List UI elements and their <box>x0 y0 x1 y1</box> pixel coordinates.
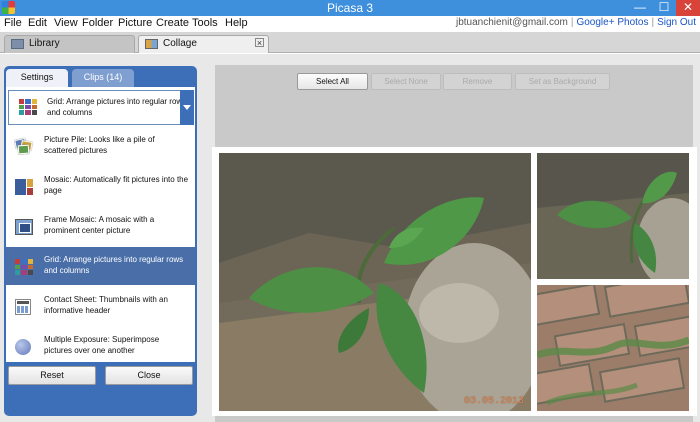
maximize-button[interactable]: ☐ <box>652 0 676 16</box>
library-icon <box>11 39 24 49</box>
picture-pile-icon <box>14 137 33 155</box>
menu-create[interactable]: Create <box>156 17 189 29</box>
option-label: Picture Pile: Looks like a pile of scatt… <box>44 135 155 155</box>
option-mosaic[interactable]: Mosaic: Automatically fit pictures into … <box>6 167 195 205</box>
separator: | <box>570 17 574 28</box>
collage-photo-brick-wall[interactable] <box>537 285 689 411</box>
option-label: Frame Mosaic: A mosaic with a prominent … <box>44 215 155 235</box>
collage-type-select[interactable]: Grid: Arrange pictures into regular rows… <box>8 90 186 125</box>
account-area: jbtuanchienit@gmail.com | Google+ Photos | S… <box>456 17 696 28</box>
close-button[interactable]: Close <box>105 366 193 385</box>
menu-help[interactable]: Help <box>225 17 248 29</box>
close-window-button[interactable]: ✕ <box>676 0 700 16</box>
tab-strip: Library Collage × <box>0 32 700 53</box>
option-multiple-exposure[interactable]: Multiple Exposure: Superimpose pictures … <box>6 327 195 362</box>
contact-sheet-icon <box>15 299 31 315</box>
tab-clips[interactable]: Clips (14) <box>72 69 134 87</box>
settings-panel: Settings Clips (14) Grid: Arrange pictur… <box>4 66 197 416</box>
sign-out-link[interactable]: Sign Out <box>657 17 696 28</box>
option-label: Mosaic: Automatically fit pictures into … <box>44 175 189 195</box>
separator: | <box>651 17 655 28</box>
grid-icon <box>19 99 37 115</box>
option-label: Contact Sheet: Thumbnails with an inform… <box>44 295 168 315</box>
title-bar: Picasa 3 — ☐ ✕ <box>0 0 700 16</box>
reset-button[interactable]: Reset <box>8 366 96 385</box>
tab-library-label: Library <box>29 38 60 49</box>
option-frame-mosaic[interactable]: Frame Mosaic: A mosaic with a prominent … <box>6 207 195 245</box>
menu-tools[interactable]: Tools <box>192 17 218 29</box>
option-label: Grid: Arrange pictures into regular rows… <box>44 255 184 275</box>
chevron-down-icon[interactable] <box>180 90 194 125</box>
mosaic-icon <box>15 179 33 195</box>
menu-picture[interactable]: Picture <box>118 17 152 29</box>
tab-library[interactable]: Library <box>4 35 135 53</box>
option-picture-pile[interactable]: Picture Pile: Looks like a pile of scatt… <box>6 127 195 165</box>
minimize-button[interactable]: — <box>628 0 652 16</box>
remove-button[interactable]: Remove <box>443 73 512 90</box>
menu-folder[interactable]: Folder <box>82 17 113 29</box>
tab-settings[interactable]: Settings <box>6 69 68 87</box>
grid-icon <box>15 259 33 275</box>
select-none-button[interactable]: Select None <box>371 73 441 90</box>
frame-mosaic-icon <box>15 219 33 235</box>
collage-type-list: Grid: Arrange pictures into regular rows… <box>6 87 195 362</box>
collage-preview: 03.05.2013 <box>212 147 697 416</box>
option-label: Multiple Exposure: Superimpose pictures … <box>44 335 160 355</box>
collage-photo-seedling-large[interactable]: 03.05.2013 <box>219 153 531 411</box>
option-contact-sheet[interactable]: Contact Sheet: Thumbnails with an inform… <box>6 287 195 325</box>
tab-collage[interactable]: Collage × <box>138 35 269 53</box>
account-email: jbtuanchienit@gmail.com <box>455 17 568 28</box>
menu-edit[interactable]: Edit <box>28 17 47 29</box>
menu-file[interactable]: File <box>4 17 22 29</box>
collage-icon <box>145 39 158 49</box>
set-as-background-button[interactable]: Set as Background <box>515 73 610 90</box>
window-title: Picasa 3 <box>326 1 374 15</box>
menu-bar: File Edit View Folder Picture Create Too… <box>0 16 700 32</box>
tab-collage-label: Collage <box>163 38 197 49</box>
google-photos-link[interactable]: Google+ Photos <box>576 17 648 28</box>
selected-type-label: Grid: Arrange pictures into regular rows… <box>47 97 187 117</box>
option-grid[interactable]: Grid: Arrange pictures into regular rows… <box>6 247 195 285</box>
date-stamp: 03.05.2013 <box>463 396 524 407</box>
menu-view[interactable]: View <box>54 17 78 29</box>
multiple-exposure-icon <box>15 339 31 355</box>
collage-photo-seedling-small[interactable] <box>537 153 689 279</box>
select-all-button[interactable]: Select All <box>297 73 368 90</box>
close-tab-icon[interactable]: × <box>255 38 264 48</box>
